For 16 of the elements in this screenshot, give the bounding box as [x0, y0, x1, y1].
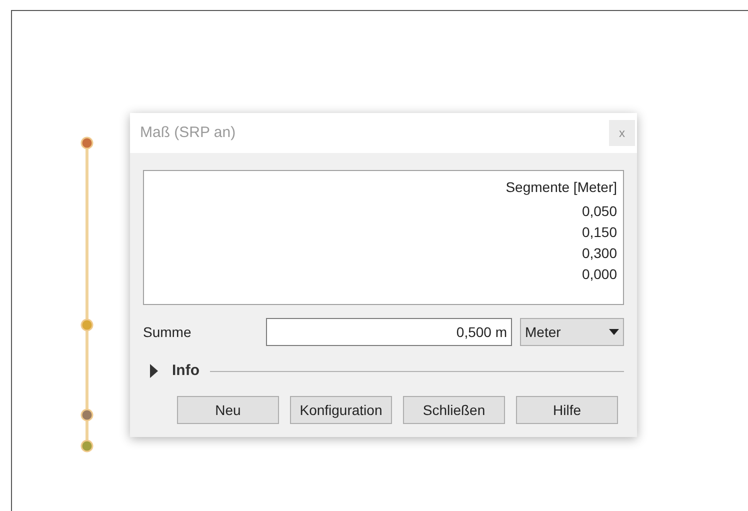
column-header: Segmente [Meter] [506, 178, 617, 197]
segment-value: 0,000 [582, 265, 617, 284]
dialog-button[interactable]: Konfiguration [290, 396, 392, 424]
dialog-button[interactable]: Schließen [403, 396, 505, 424]
window-title: Maß (SRP an) [140, 122, 236, 143]
segment-value: 0,300 [582, 244, 617, 263]
dialog-button[interactable]: Neu [177, 396, 279, 424]
dialog-button[interactable]: Hilfe [516, 396, 618, 424]
info-section-label[interactable]: Info [172, 360, 200, 382]
dropdown-caret-icon [609, 329, 619, 335]
segment-value: 0,150 [582, 223, 617, 242]
sum-label: Summe [143, 322, 192, 342]
unit-dropdown[interactable]: Meter [520, 318, 624, 346]
sum-field[interactable]: 0,500 m [266, 318, 512, 346]
expand-arrow-icon[interactable] [149, 364, 159, 378]
segment-value: 0,050 [582, 202, 617, 221]
